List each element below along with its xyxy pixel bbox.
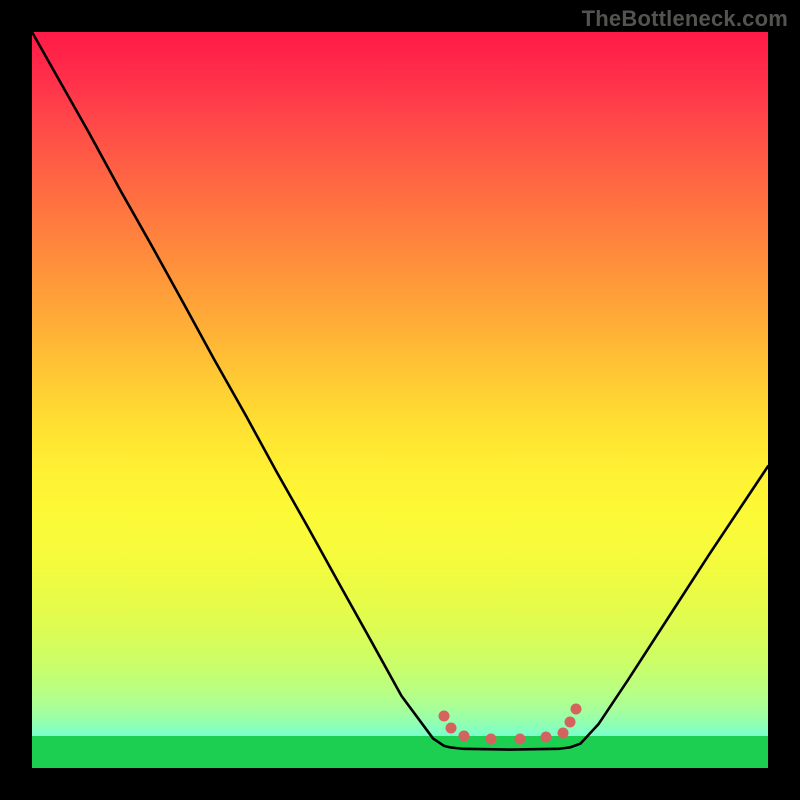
curve-marker: [514, 734, 525, 745]
curve-path: [32, 32, 768, 750]
bottleneck-curve: [32, 32, 768, 768]
curve-marker: [486, 733, 497, 744]
curve-marker: [557, 727, 568, 738]
curve-marker: [445, 722, 456, 733]
chart-container: TheBottleneck.com: [0, 0, 800, 800]
curve-marker: [541, 732, 552, 743]
curve-marker: [439, 711, 450, 722]
plot-area: [32, 32, 768, 768]
curve-marker: [459, 731, 470, 742]
curve-marker: [565, 717, 576, 728]
curve-marker: [570, 704, 581, 715]
watermark-text: TheBottleneck.com: [582, 6, 788, 32]
